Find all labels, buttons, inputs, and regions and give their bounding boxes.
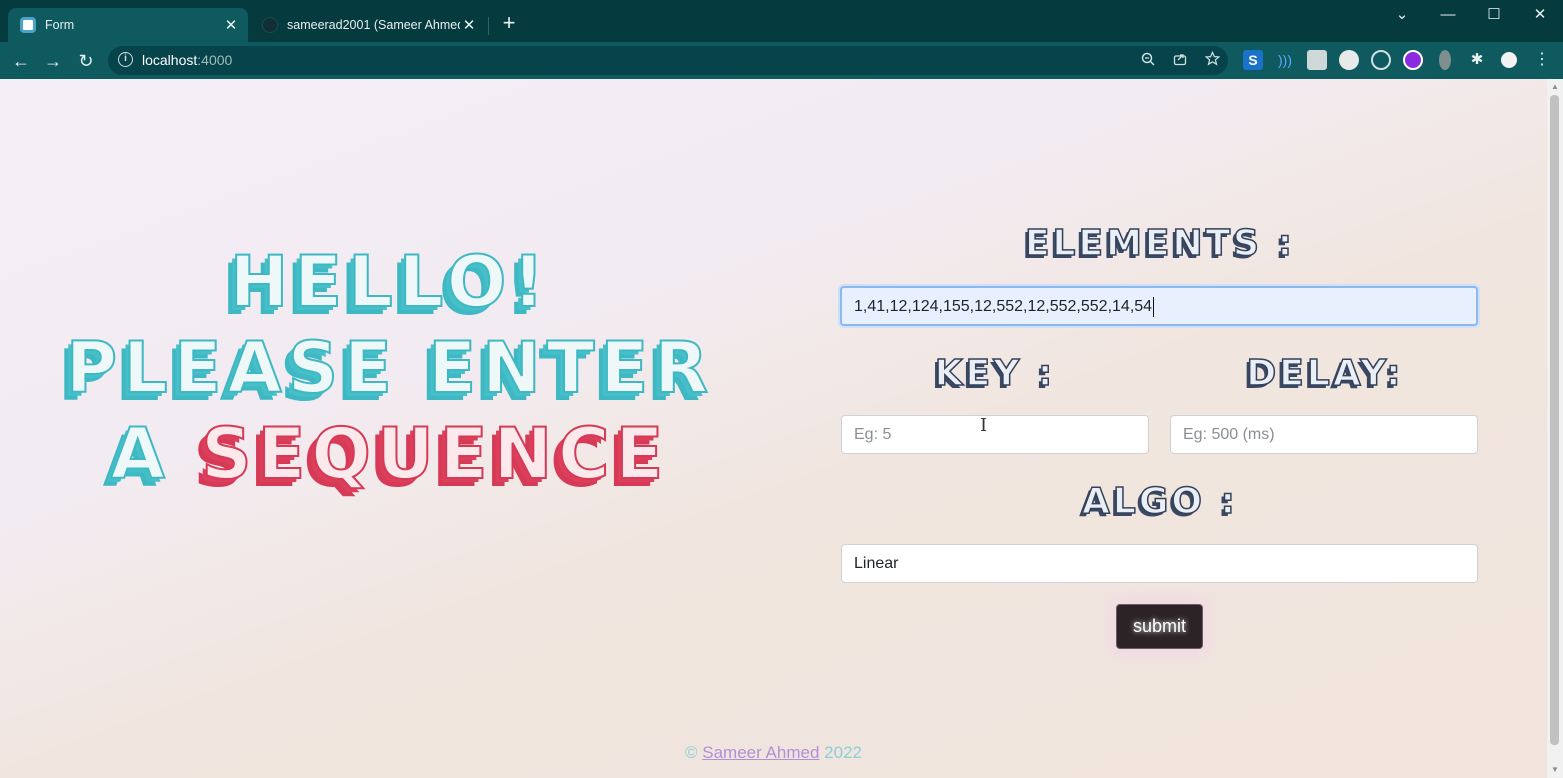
purple-extension-icon[interactable] bbox=[1403, 50, 1423, 70]
tab-github[interactable]: sameerad2001 (Sameer Ahmed) ✕ bbox=[250, 8, 486, 42]
author-link[interactable]: Sameer Ahmed bbox=[702, 743, 819, 762]
address-bar[interactable]: i localhost:4000 bbox=[108, 46, 1228, 75]
target-extension-icon[interactable] bbox=[1371, 50, 1391, 70]
footer: © Sameer Ahmed 2022 bbox=[685, 743, 862, 762]
wave-extension-icon[interactable]: ))) bbox=[1275, 50, 1295, 70]
submit-button[interactable]: submit bbox=[1116, 604, 1203, 649]
url-text[interactable]: localhost:4000 bbox=[142, 52, 232, 68]
delay-input[interactable]: Eg: 500 (ms) bbox=[1170, 415, 1478, 454]
github-favicon-icon bbox=[262, 17, 278, 33]
maximize-button[interactable]: ☐ bbox=[1479, 4, 1509, 26]
puzzle-icon[interactable]: ✱ bbox=[1467, 50, 1487, 70]
reload-icon[interactable]: ↻ bbox=[74, 49, 98, 73]
delay-label: DELAY: bbox=[1246, 352, 1404, 395]
bulb-extension-icon[interactable] bbox=[1439, 50, 1451, 70]
key-input[interactable]: Eg: 5 bbox=[841, 415, 1149, 454]
s-extension-icon[interactable]: S bbox=[1243, 50, 1263, 70]
form-favicon-icon bbox=[20, 17, 36, 33]
hero-word-a: A bbox=[110, 412, 202, 496]
scroll-up-icon[interactable]: ▲ bbox=[1550, 82, 1560, 91]
elements-label: ELEMENTS : bbox=[1024, 222, 1296, 265]
site-info-icon[interactable]: i bbox=[118, 52, 133, 67]
page-scrollbar[interactable]: ▲ ▼ bbox=[1547, 79, 1563, 778]
key-label: KEY : bbox=[934, 352, 1056, 395]
scroll-down-icon[interactable]: ▼ bbox=[1550, 765, 1560, 774]
browser-tab-bar: Form ✕ sameerad2001 (Sameer Ahmed) ✕ + ⌄… bbox=[0, 0, 1563, 42]
more-menu-icon[interactable]: ⋮ bbox=[1532, 50, 1552, 70]
minimize-button[interactable]: — bbox=[1433, 4, 1463, 26]
algo-label: ALGO : bbox=[1081, 480, 1238, 523]
tab-divider bbox=[488, 17, 489, 35]
hero-word-sequence: SEQUENCE bbox=[200, 412, 670, 496]
mouse-cursor-icon: I bbox=[980, 415, 988, 436]
back-icon[interactable]: ← bbox=[9, 49, 33, 73]
tab-form[interactable]: Form ✕ bbox=[8, 8, 248, 42]
hero-line-sequence: A SEQUENCE bbox=[40, 411, 740, 497]
browser-toolbar: ← → ↻ i localhost:4000 S ))) ✱ ⋮ bbox=[0, 42, 1563, 79]
hero-line-hello: HELLO! bbox=[229, 240, 551, 324]
box-extension-icon[interactable] bbox=[1307, 50, 1327, 70]
new-tab-button[interactable]: + bbox=[498, 12, 520, 34]
page-content: HELLO! PLEASE ENTER A SEQUENCE ELEMENTS … bbox=[0, 79, 1547, 778]
close-tab-icon[interactable]: ✕ bbox=[222, 16, 240, 34]
text-caret bbox=[1153, 296, 1155, 317]
profile-avatar[interactable] bbox=[1499, 50, 1519, 70]
tab-title: sameerad2001 (Sameer Ahmed) bbox=[287, 18, 460, 32]
tab-title: Form bbox=[45, 18, 75, 32]
elements-input[interactable]: 1,41,12,124,155,12,552,12,552,552,14,54 bbox=[840, 286, 1478, 326]
algo-select[interactable]: Linear bbox=[841, 544, 1478, 583]
scrollbar-thumb[interactable] bbox=[1550, 95, 1559, 745]
hero-line-please-enter: PLEASE ENTER bbox=[65, 326, 715, 410]
hero-heading: HELLO! PLEASE ENTER A SEQUENCE bbox=[40, 239, 740, 497]
close-window-button[interactable]: ✕ bbox=[1525, 4, 1555, 26]
tab-search-icon[interactable]: ⌄ bbox=[1387, 4, 1417, 26]
close-tab-icon[interactable]: ✕ bbox=[460, 16, 478, 34]
zoom-icon[interactable] bbox=[1138, 51, 1158, 71]
share-icon[interactable] bbox=[1170, 51, 1190, 71]
grid-extension-icon[interactable] bbox=[1339, 50, 1359, 70]
forward-icon[interactable]: → bbox=[41, 49, 65, 73]
star-icon[interactable] bbox=[1202, 50, 1222, 71]
